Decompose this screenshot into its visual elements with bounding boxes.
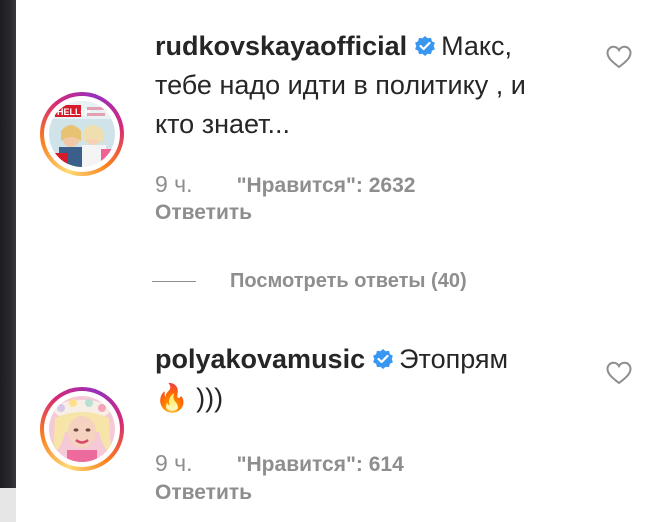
comment-text-line: Макс,: [441, 31, 513, 61]
avatar-photo: HELLO!: [49, 101, 115, 167]
username[interactable]: rudkovskayaofficial: [155, 31, 407, 61]
comment-meta: 9 ч. "Нравится": 614: [155, 450, 404, 477]
view-replies-divider: [152, 280, 196, 282]
view-replies-label: Посмотреть ответы (40): [230, 269, 467, 292]
avatar[interactable]: [40, 387, 124, 471]
comment-text: rudkovskayaofficial Макс, тебе надо идти …: [155, 27, 585, 144]
magazine-cover-image: HELLO!: [49, 101, 115, 167]
username[interactable]: polyakovamusic: [155, 344, 365, 374]
comment-text-line: 🔥 ))): [155, 383, 224, 413]
comment-polyakovamusic: polyakovamusic Этопрям 🔥 ))) 9 ч. "Нравитс…: [0, 330, 668, 522]
comment-text-line: кто знает...: [155, 109, 290, 139]
comment-meta: 9 ч. "Нравится": 2632: [155, 171, 415, 198]
likes-count[interactable]: "Нравится": 2632: [237, 174, 416, 197]
heart-icon[interactable]: [606, 45, 632, 69]
avatar-photo: [49, 396, 115, 462]
comment-text-line: Этопрям: [399, 344, 509, 374]
comment-text: polyakovamusic Этопрям 🔥 ))): [155, 340, 585, 418]
comment-time[interactable]: 9 ч.: [155, 450, 193, 476]
comment-rudkovskayaofficial: HELLO! rudkovskayaofficial Макс, тебе над…: [0, 0, 668, 240]
view-replies-button[interactable]: Посмотреть ответы (40): [152, 266, 467, 296]
verified-badge-icon: [415, 36, 436, 56]
comment-time[interactable]: 9 ч.: [155, 171, 193, 197]
reply-button[interactable]: Ответить: [155, 481, 252, 505]
verified-badge-icon: [373, 349, 393, 369]
likes-count[interactable]: "Нравится": 614: [237, 453, 404, 476]
magazine-logo: HELLO!: [57, 107, 91, 117]
heart-icon[interactable]: [606, 361, 632, 385]
portrait-image: [49, 396, 115, 462]
reply-button[interactable]: Ответить: [155, 201, 252, 225]
avatar[interactable]: HELLO!: [40, 92, 124, 176]
comment-text-line: тебе надо идти в политику , и: [155, 70, 526, 100]
